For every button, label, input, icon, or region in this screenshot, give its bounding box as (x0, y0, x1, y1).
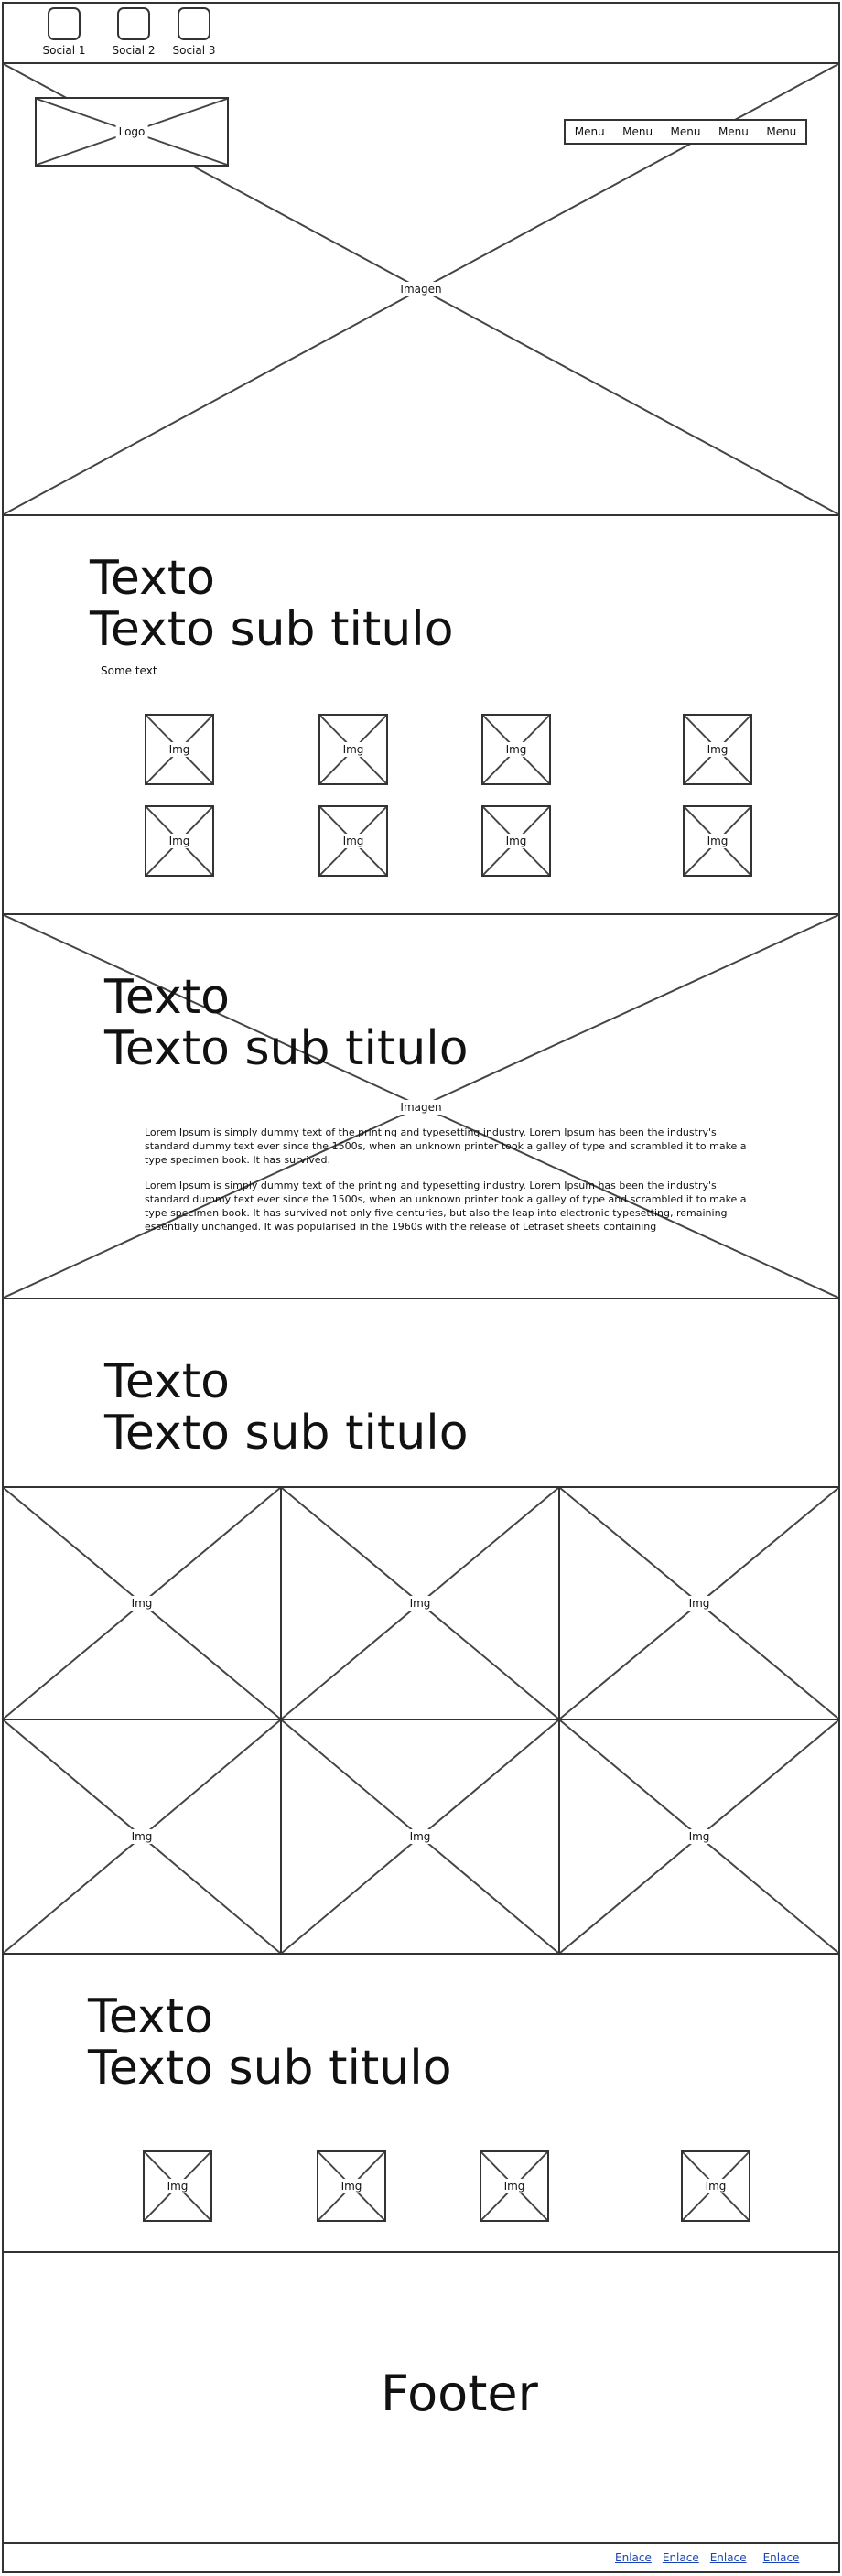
footer-links: Enlace Enlace Enlace Enlace (615, 2551, 835, 2564)
social-2-icon[interactable] (117, 7, 150, 40)
gallery-image: Img (2, 1719, 282, 1955)
image-label: Img (704, 742, 731, 757)
section-1-image: Img (318, 805, 388, 877)
main-menu: Menu Menu Menu Menu Menu (564, 119, 807, 145)
section-4-subtitle: Texto sub titulo (88, 2041, 452, 2096)
section-1-image: Img (145, 805, 214, 877)
footer-title: Footer (381, 2365, 538, 2422)
gallery-image: Img (280, 1719, 560, 1955)
section-4-image: Img (317, 2150, 386, 2222)
image-label: Img (340, 742, 367, 757)
image-label: Img (502, 742, 530, 757)
social-3-label: Social 3 (172, 44, 216, 57)
section-2-subtitle: Texto sub titulo (104, 1021, 469, 1076)
section-2-title: Texto (104, 970, 230, 1025)
image-label: Img (685, 1596, 713, 1611)
section-4-image: Img (143, 2150, 212, 2222)
section-1-text: Some text (101, 664, 157, 677)
section-2-paragraph-1: Lorem Ipsum is simply dummy text of the … (145, 1126, 747, 1166)
social-bar: Social 1 Social 2 Social 3 (2, 2, 840, 64)
footer-link-1[interactable]: Enlace (615, 2551, 652, 2564)
image-label: Img (166, 834, 193, 848)
hero-image-label: Imagen (397, 282, 445, 296)
social-2-label: Social 2 (112, 44, 156, 57)
gallery-image: Img (280, 1486, 560, 1720)
social-1-icon[interactable] (48, 7, 81, 40)
social-item-3[interactable]: Social 3 (167, 7, 221, 57)
gallery-image: Img (558, 1719, 840, 1955)
logo[interactable]: Logo (35, 97, 229, 167)
section-1-image: Img (318, 714, 388, 785)
menu-item-3[interactable]: Menu (662, 125, 709, 138)
menu-item-4[interactable]: Menu (709, 125, 757, 138)
section-4-image: Img (681, 2150, 750, 2222)
section-3-title: Texto (104, 1354, 230, 1409)
section-4-title: Texto (88, 1989, 213, 2044)
footer-link-4[interactable]: Enlace (763, 2551, 800, 2564)
section-1-image: Img (683, 805, 752, 877)
section-2-paragraph-2: Lorem Ipsum is simply dummy text of the … (145, 1180, 747, 1233)
image-label: Img (338, 2179, 365, 2193)
section-2-image-label: Imagen (397, 1100, 445, 1115)
logo-label: Logo (115, 124, 148, 139)
image-label: Img (502, 834, 530, 848)
social-1-label: Social 1 (42, 44, 86, 57)
section-1-image: Img (683, 714, 752, 785)
section-1-image: Img (481, 714, 551, 785)
image-label: Img (501, 2179, 528, 2193)
image-label: Img (128, 1829, 156, 1844)
image-label: Img (704, 834, 731, 848)
social-3-icon[interactable] (178, 7, 210, 40)
menu-item-5[interactable]: Menu (758, 125, 805, 138)
menu-item-2[interactable]: Menu (613, 125, 661, 138)
footer-link-2[interactable]: Enlace (663, 2551, 699, 2564)
gallery-image: Img (2, 1486, 282, 1720)
image-label: Img (702, 2179, 729, 2193)
section-1-image: Img (481, 805, 551, 877)
gallery-image: Img (558, 1486, 840, 1720)
image-label: Img (166, 742, 193, 757)
section-1-title: Texto (90, 551, 215, 606)
footer-link-3[interactable]: Enlace (710, 2551, 747, 2564)
image-label: Img (406, 1829, 434, 1844)
social-item-2[interactable]: Social 2 (106, 7, 161, 57)
menu-item-1[interactable]: Menu (566, 125, 613, 138)
image-label: Img (128, 1596, 156, 1611)
image-label: Img (340, 834, 367, 848)
section-3-subtitle: Texto sub titulo (104, 1406, 469, 1460)
section-1-image: Img (145, 714, 214, 785)
section-4-image: Img (480, 2150, 549, 2222)
image-label: Img (406, 1596, 434, 1611)
image-label: Img (685, 1829, 713, 1844)
social-item-1[interactable]: Social 1 (37, 7, 92, 57)
section-1-subtitle: Texto sub titulo (90, 602, 454, 657)
image-label: Img (164, 2179, 191, 2193)
